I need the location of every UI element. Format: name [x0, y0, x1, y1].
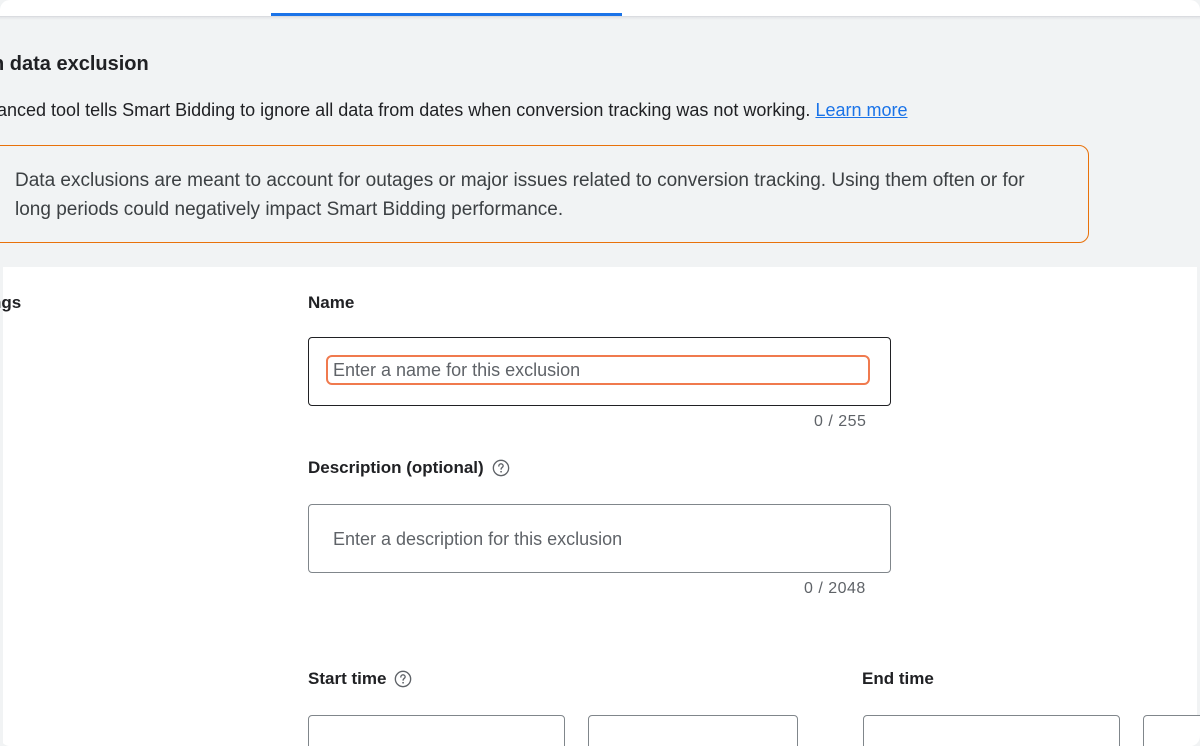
description-counter: 0 / 2048: [804, 580, 866, 597]
active-tab-indicator[interactable]: [271, 13, 622, 16]
description-field[interactable]: [308, 504, 891, 573]
warning-banner: Data exclusions are meant to account for…: [0, 145, 1089, 243]
name-label-text: Name: [308, 293, 355, 312]
tab-bar-shadow: [0, 17, 1200, 20]
page-description-text: anced tool tells Smart Bidding to ignore…: [0, 100, 811, 120]
name-label: Name: [308, 293, 354, 313]
page-description: anced tool tells Smart Bidding to ignore…: [0, 100, 908, 121]
section-label: ngs: [0, 293, 22, 312]
end-date-field[interactable]: [863, 715, 1120, 746]
description-input[interactable]: [331, 523, 875, 555]
end-time-label: End time: [862, 669, 934, 689]
warning-text: Data exclusions are meant to account for…: [15, 170, 1025, 220]
tab-bar: [0, 0, 1200, 17]
description-label-text: Description (optional): [308, 458, 484, 477]
page-title: n data exclusion: [0, 53, 149, 75]
help-circle-icon[interactable]: [492, 459, 510, 477]
name-input[interactable]: [326, 355, 870, 385]
end-clock-field[interactable]: [1143, 715, 1200, 746]
start-date-field[interactable]: [308, 715, 565, 746]
learn-more-link[interactable]: Learn more: [815, 100, 907, 120]
settings-panel: ngs Name 0 / 255 Description (optional) …: [0, 267, 1200, 746]
help-circle-icon[interactable]: [394, 670, 412, 688]
description-label: Description (optional): [308, 458, 510, 478]
end-time-label-text: End time: [862, 669, 934, 688]
start-time-label: Start time: [308, 669, 412, 689]
start-time-label-text: Start time: [308, 669, 387, 688]
name-counter: 0 / 255: [814, 413, 867, 430]
name-field[interactable]: [308, 337, 891, 406]
start-clock-field[interactable]: [588, 715, 798, 746]
app-frame: n data exclusion anced tool tells Smart …: [0, 0, 1200, 746]
